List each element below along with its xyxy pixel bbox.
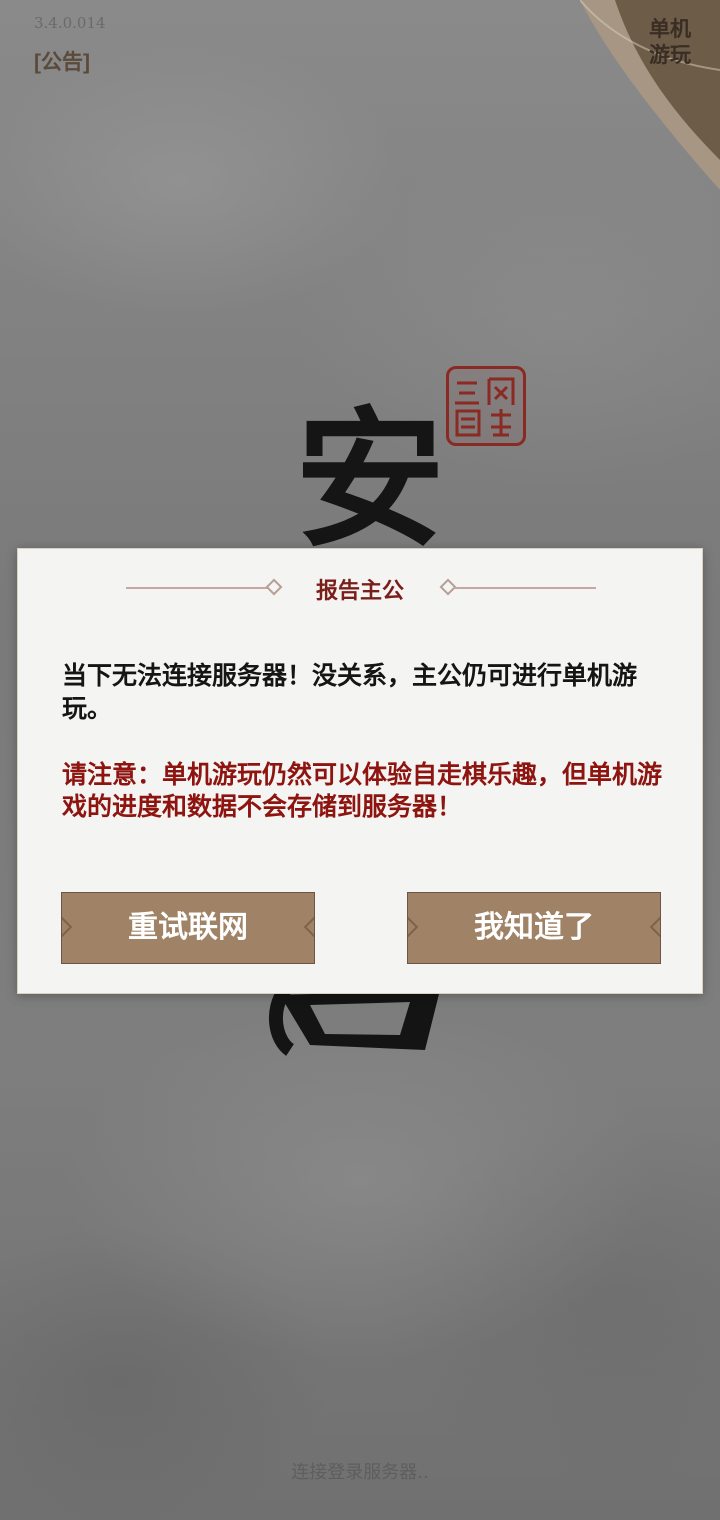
- dialog-title: 报告主公: [315, 579, 404, 604]
- dialog-header: 报告主公: [18, 569, 702, 609]
- button-ornament-icon: [649, 915, 660, 939]
- offline-play-corner[interactable]: 单机游玩: [579, 0, 720, 190]
- version-label: 3.4.0.014: [34, 14, 106, 32]
- acknowledge-button[interactable]: 我知道了: [407, 892, 661, 964]
- connection-status: 连接登录服务器..: [291, 1462, 429, 1483]
- dialog-warning: 请注意：单机游玩仍然可以体验自走棋乐趣，但单机游戏的进度和数据不会存储到服务器！: [62, 760, 663, 821]
- announcement-link[interactable]: [公告]: [34, 46, 90, 76]
- button-ornament-icon: [62, 915, 73, 939]
- divider-right: [454, 587, 596, 589]
- acknowledge-label: 我知道了: [474, 910, 594, 945]
- report-dialog: 报告主公 当下无法连接服务器！没关系，主公仍可进行单机游玩。 请注意：单机游玩仍…: [17, 548, 703, 994]
- dialog-message: 当下无法连接服务器！没关系，主公仍可进行单机游玩。: [62, 661, 638, 723]
- offline-play-label: 单机游玩: [649, 17, 691, 67]
- button-ornament-icon: [408, 915, 419, 939]
- retry-connect-button[interactable]: 重试联网: [61, 892, 315, 964]
- title-calligraphy-top: 安: [294, 392, 445, 568]
- button-ornament-icon: [303, 915, 314, 939]
- retry-connect-label: 重试联网: [128, 910, 248, 945]
